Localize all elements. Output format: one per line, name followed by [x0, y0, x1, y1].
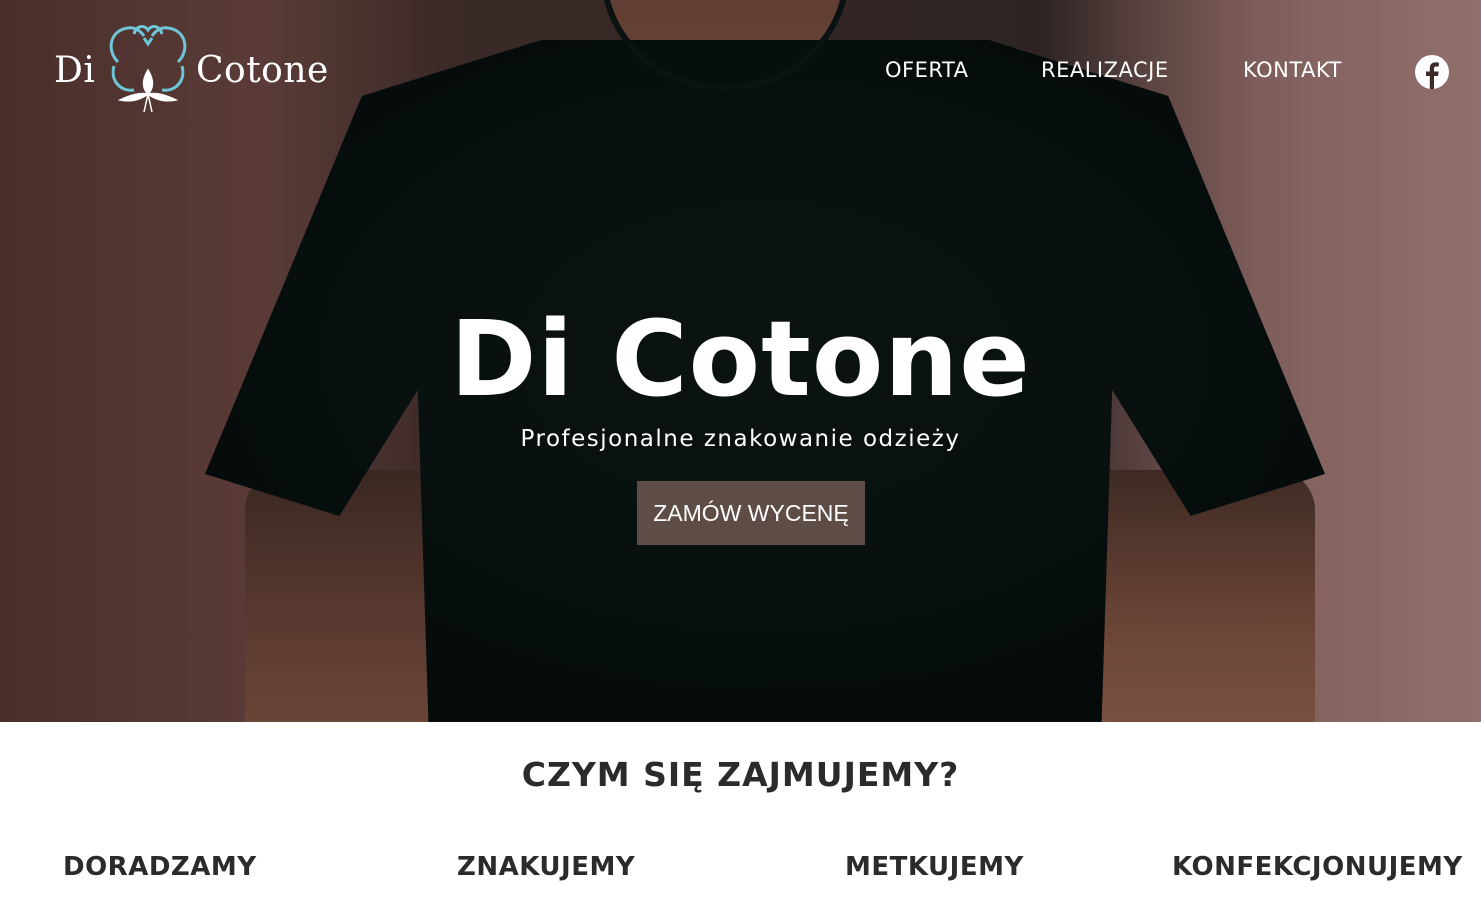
main-navigation: OFERTA REALIZACJE KONTAKT — [0, 58, 1481, 88]
service-item-doradzamy: DORADZAMY — [63, 852, 257, 882]
service-item-znakujemy: ZNAKUJEMY — [457, 852, 636, 882]
service-item-konfekcjonujemy: KONFEKCJONUJEMY — [1172, 852, 1463, 882]
hero-title: Di Cotone — [450, 298, 1031, 420]
services-list: DORADZAMY ZNAKUJEMY METKUJEMY KONFEKCJON… — [0, 852, 1481, 892]
nav-item-oferta[interactable]: OFERTA — [885, 58, 969, 82]
services-heading: CZYM SIĘ ZAJMUJEMY? — [521, 755, 960, 794]
facebook-icon[interactable] — [1415, 55, 1449, 89]
hero-subtitle: Profesjonalne znakowanie odzieży — [520, 426, 961, 452]
nav-item-realizacje[interactable]: REALIZACJE — [1041, 58, 1169, 82]
request-quote-button[interactable]: ZAMÓW WYCENĘ — [637, 481, 865, 545]
nav-item-kontakt[interactable]: KONTAKT — [1243, 58, 1342, 82]
service-item-metkujemy: METKUJEMY — [845, 852, 1024, 882]
